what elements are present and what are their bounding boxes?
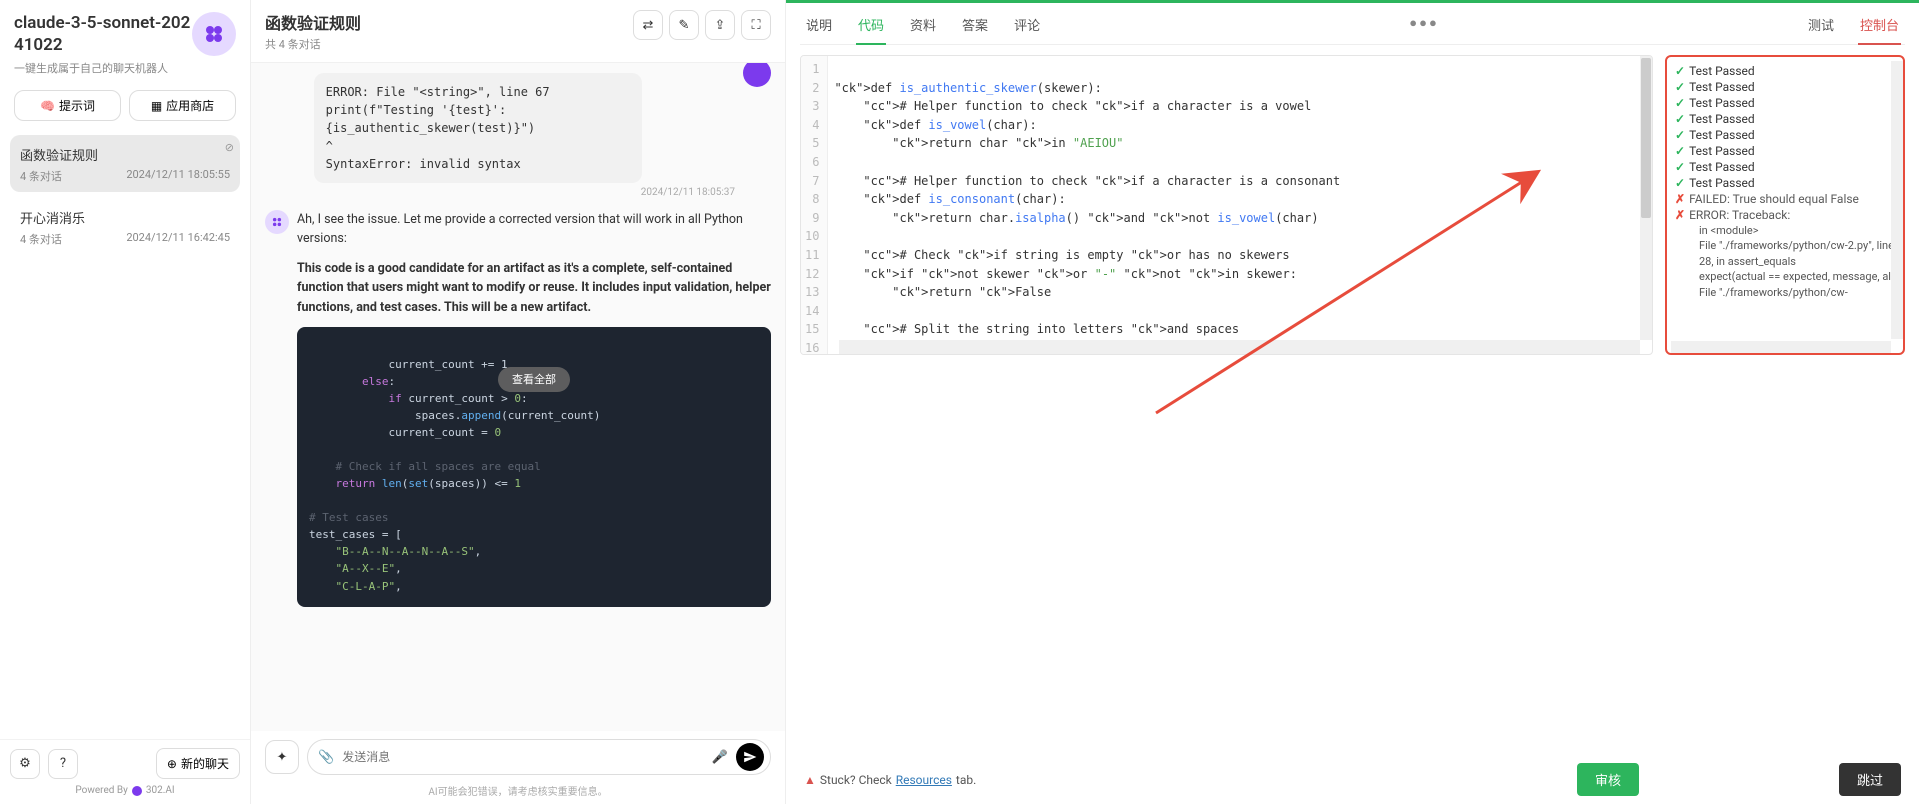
chat-panel: 函数验证规则 共 4 条对话 ⇄ ✎ ⇪ ⛶ ERROR: File "<str… (251, 0, 786, 804)
mic-icon[interactable]: 🎤 (712, 750, 728, 765)
magic-button[interactable]: ✦ (265, 740, 299, 774)
question-icon: ? (60, 756, 66, 771)
tab-answer[interactable]: 答案 (960, 11, 990, 44)
brand-icon (132, 786, 142, 796)
send-button[interactable] (736, 743, 764, 771)
swap-icon: ⇄ (643, 18, 654, 33)
chat-subtitle: 共 4 条对话 (265, 36, 625, 52)
edit-button[interactable]: ✎ (669, 10, 699, 40)
gear-icon: ⚙ (19, 756, 31, 771)
tab-description[interactable]: 说明 (804, 11, 834, 44)
user-bubble: ERROR: File "<string>", line 67 print(f"… (314, 73, 643, 183)
user-avatar-icon (743, 63, 771, 87)
assistant-text: Ah, I see the issue. Let me provide a co… (297, 210, 771, 249)
help-button[interactable]: ? (48, 749, 78, 779)
tab-test[interactable]: 测试 (1806, 11, 1836, 44)
bot-tagline: 一键生成属于自己的聊天机器人 (14, 60, 192, 76)
user-message: ERROR: File "<string>", line 67 print(f"… (265, 73, 771, 198)
powered-by: Powered By 302.AI (10, 785, 240, 796)
code-content[interactable]: "ck">def is_authentic_skewer(skewer): "c… (828, 56, 1652, 354)
assistant-text: This code is a good candidate for an art… (297, 259, 771, 317)
send-icon (743, 750, 757, 764)
tab-code[interactable]: 代码 (856, 11, 886, 44)
app-store-button[interactable]: ▦ 应用商店 (129, 90, 236, 121)
bot-avatar-icon (192, 12, 236, 56)
assistant-message: Ah, I see the issue. Let me provide a co… (265, 210, 771, 607)
results-hscrollbar[interactable] (1671, 341, 1891, 353)
code-editor[interactable]: 12345678910111213141516 "ck">def is_auth… (800, 55, 1653, 355)
warning-icon: ▲ (804, 773, 816, 787)
chat-list-item[interactable]: ⊘ 函数验证规则 4 条对话 2024/12/11 18:05:55 (10, 135, 240, 192)
expand-icon: ⛶ (751, 18, 760, 33)
review-button[interactable]: 审核 (1577, 763, 1639, 796)
wand-icon: ✦ (277, 750, 288, 765)
plus-icon: ⊕ (167, 757, 177, 771)
close-icon[interactable]: ⊘ (225, 141, 234, 154)
message-time: 2024/12/11 18:05:37 (314, 187, 735, 198)
tab-resources[interactable]: 资料 (908, 11, 938, 44)
sidebar: claude-3-5-sonnet-20241022 一键生成属于自己的聊天机器… (0, 0, 251, 804)
test-results: ✓Test Passed✓Test Passed✓Test Passed✓Tes… (1665, 55, 1905, 355)
editor-hscrollbar[interactable] (839, 340, 1640, 354)
chat-messages[interactable]: ERROR: File "<string>", line 67 print(f"… (251, 63, 785, 731)
tab-console[interactable]: 控制台 (1858, 11, 1901, 44)
stuck-hint: ▲ Stuck? Check Resources tab. (804, 773, 976, 787)
editor-vscrollbar[interactable] (1640, 56, 1652, 340)
code-preview: 查看全部 current_count += 1 else: if current… (297, 327, 771, 607)
ide-tabs: 说明 代码 资料 答案 评论 ●●● 测试 控制台 (800, 3, 1905, 45)
skip-button[interactable]: 跳过 (1839, 763, 1901, 796)
chat-list: ⊘ 函数验证规则 4 条对话 2024/12/11 18:05:55 开心消消乐… (0, 131, 250, 739)
message-input-container: 📎 🎤 (307, 739, 771, 775)
new-chat-button[interactable]: ⊕ 新的聊天 (156, 748, 240, 779)
share-icon: ⇪ (715, 18, 726, 33)
pencil-icon: ✎ (679, 18, 690, 33)
bot-name: claude-3-5-sonnet-20241022 (14, 12, 192, 56)
brain-icon: 🧠 (40, 99, 55, 113)
line-numbers: 12345678910111213141516 (801, 56, 828, 354)
more-menu[interactable]: ●●● (1409, 15, 1439, 41)
swap-button[interactable]: ⇄ (633, 10, 663, 40)
assistant-avatar-icon (265, 210, 289, 234)
expand-button[interactable]: ⛶ (741, 10, 771, 40)
settings-button[interactable]: ⚙ (10, 749, 40, 779)
disclaimer: AI可能会犯错误，请考虑核实重要信息。 (251, 779, 785, 804)
chat-list-item[interactable]: 开心消消乐 4 条对话 2024/12/11 16:42:45 (10, 198, 240, 255)
tab-comments[interactable]: 评论 (1012, 11, 1042, 44)
attachment-icon[interactable]: 📎 (318, 750, 334, 765)
chat-title: 函数验证规则 (265, 10, 625, 34)
prompt-button[interactable]: 🧠 提示词 (14, 90, 121, 121)
grid-icon: ▦ (151, 99, 162, 113)
message-input[interactable] (342, 750, 704, 764)
view-all-button[interactable]: 查看全部 (498, 367, 570, 392)
ide-panel: 说明 代码 资料 答案 评论 ●●● 测试 控制台 12345678910111… (786, 0, 1919, 804)
resources-link[interactable]: Resources (896, 773, 952, 787)
results-vscrollbar[interactable] (1891, 61, 1903, 339)
share-button[interactable]: ⇪ (705, 10, 735, 40)
